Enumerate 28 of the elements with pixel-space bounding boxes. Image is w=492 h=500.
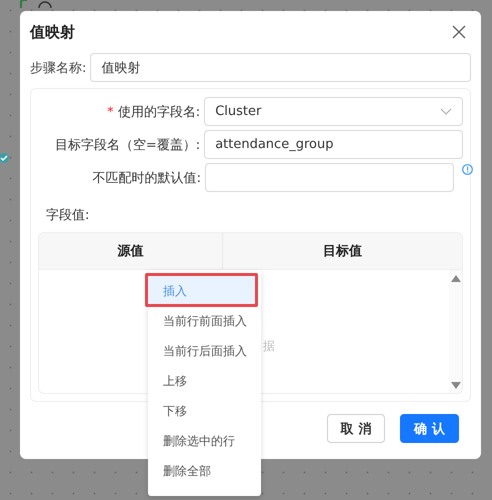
scrollbar[interactable] (449, 270, 462, 393)
field-label-text: 使用的字段名: (118, 104, 200, 120)
dialog-title: 值映射 (30, 22, 75, 42)
input-field[interactable] (205, 163, 454, 192)
table-label: 字段值: (46, 207, 90, 224)
confirm-button[interactable]: 确 认 (400, 414, 459, 443)
scroll-down-icon[interactable] (450, 382, 460, 389)
field-label-text: 目标字段名（空=覆盖）: (54, 138, 200, 152)
close-icon[interactable] (452, 25, 466, 39)
empty-text: 据 (263, 338, 275, 355)
input-field[interactable]: attendance_group (204, 130, 463, 159)
scroll-up-icon[interactable] (450, 275, 460, 282)
info-icon[interactable] (462, 164, 473, 175)
select-field[interactable]: Cluster (204, 97, 463, 126)
field-label-text: 不匹配时的默认值: (92, 170, 201, 186)
menu-item[interactable]: 删除全部 (148, 456, 261, 486)
chevron-down-icon (440, 108, 452, 115)
menu-item[interactable]: 当前行前面插入 (148, 306, 261, 336)
menu-item[interactable]: 删除选中的行 (148, 426, 261, 456)
column-header: 目标值 (322, 243, 363, 261)
required-mark: * (107, 104, 114, 120)
field-label: 步骤名称: (30, 60, 86, 76)
menu-item[interactable]: 当前行后面插入 (148, 336, 261, 366)
column-header: 源值 (39, 233, 223, 269)
menu-item[interactable]: 上移 (148, 366, 261, 396)
menu-item[interactable]: 下移 (148, 396, 261, 426)
cancel-button[interactable]: 取 消 (327, 414, 385, 443)
step-name-field[interactable]: 值映射 (90, 53, 471, 82)
